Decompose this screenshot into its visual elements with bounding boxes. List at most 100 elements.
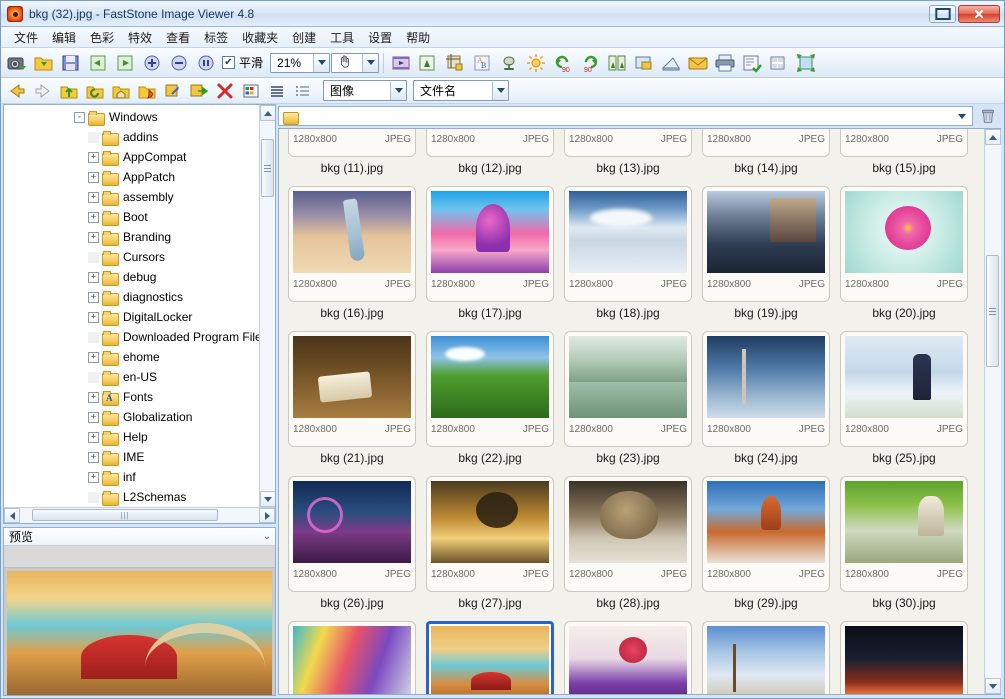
expand-node-icon[interactable]: +: [88, 191, 99, 203]
rotate-left-icon[interactable]: [85, 50, 111, 76]
tree-scroll-track[interactable]: [259, 121, 275, 491]
thumbnail-cell[interactable]: 1280x800 JPEG bkg (26).jpg: [283, 472, 421, 617]
home-folder-icon[interactable]: [109, 80, 133, 102]
expand-node-icon[interactable]: +: [88, 471, 99, 483]
scroll-right-icon[interactable]: [259, 508, 275, 523]
thumbnail-frame[interactable]: 1280x800JPEG: [840, 331, 968, 447]
tree-item-branding[interactable]: + Branding: [4, 227, 259, 247]
cut-icon[interactable]: [161, 80, 185, 102]
expand-node-icon[interactable]: +: [88, 211, 99, 223]
lamp-icon[interactable]: [496, 50, 522, 76]
resize-icon[interactable]: [631, 50, 657, 76]
fullscreen-icon[interactable]: [793, 50, 819, 76]
menu-view[interactable]: 查看: [159, 27, 197, 48]
slideshow-icon[interactable]: [388, 50, 414, 76]
tree-item-downloaded-program-files[interactable]: Downloaded Program Files: [4, 327, 259, 347]
menu-tags[interactable]: 标签: [197, 27, 235, 48]
tree-item-help[interactable]: + Help: [4, 427, 259, 447]
tree-item-windows[interactable]: - Windows: [4, 107, 259, 127]
preview-image[interactable]: [4, 568, 275, 695]
thumbnail-cell[interactable]: 1280x800 JPEG bkg (30).jpg: [835, 472, 973, 617]
menu-tools[interactable]: 工具: [323, 27, 361, 48]
scanner-icon[interactable]: [658, 50, 684, 76]
tree-item-assembly[interactable]: + assembly: [4, 187, 259, 207]
thumbnail-frame[interactable]: 1280x800JPEG: [702, 186, 830, 302]
save-icon[interactable]: [58, 50, 84, 76]
thumbnail-cell[interactable]: 1280x800 JPEG bkg (11).jpg: [283, 129, 421, 182]
up-folder-icon[interactable]: [57, 80, 81, 102]
zoom-out-icon[interactable]: [166, 50, 192, 76]
thumbnail-cell[interactable]: 1280x800 JPEG bkg (16).jpg: [283, 182, 421, 327]
thumbnail-frame[interactable]: 1280x800JPEG: [288, 476, 416, 592]
scroll-down-icon[interactable]: [984, 678, 1001, 694]
thumbnail-cell[interactable]: 1280x800 JPEG bkg (25).jpg: [835, 327, 973, 472]
tree-item-en-us[interactable]: en-US: [4, 367, 259, 387]
thumbnail-frame[interactable]: 1280x800JPEG: [426, 331, 554, 447]
folder-tree[interactable]: - Windows addins + AppCompat + AppPatch + assemb…: [4, 105, 259, 507]
menu-effects[interactable]: 特效: [121, 27, 159, 48]
thumbnail-view-icon[interactable]: [239, 80, 263, 102]
thumbnail-scroll-track[interactable]: [984, 145, 1001, 678]
split-view-icon[interactable]: [604, 50, 630, 76]
thumbnail-cell[interactable]: 1280x800 JPEG bkg (27).jpg: [421, 472, 559, 617]
thumbnail-frame[interactable]: 1280x800JPEG: [564, 129, 692, 157]
tree-item-cursors[interactable]: Cursors: [4, 247, 259, 267]
thumbnail-cell[interactable]: 1280x800JPEGbkg (35).jpg: [835, 617, 973, 694]
tree-item-l2schemas[interactable]: L2Schemas: [4, 487, 259, 507]
thumbnail-frame[interactable]: 1280x800JPEG: [702, 621, 830, 694]
text-icon[interactable]: AB: [469, 50, 495, 76]
chevron-down-icon[interactable]: [390, 81, 406, 100]
collapse-node-icon[interactable]: -: [74, 111, 85, 123]
scroll-up-icon[interactable]: [259, 105, 275, 121]
scroll-left-icon[interactable]: [4, 508, 20, 523]
expand-node-icon[interactable]: +: [88, 151, 99, 163]
thumbnail-cell[interactable]: 1280x800 JPEG bkg (19).jpg: [697, 182, 835, 327]
thumbnail-cell[interactable]: 1280x800 JPEG bkg (24).jpg: [697, 327, 835, 472]
expand-node-icon[interactable]: +: [88, 291, 99, 303]
chevron-down-icon[interactable]: [953, 107, 970, 125]
hand-tool-combo[interactable]: [331, 52, 380, 73]
tree-item-debug[interactable]: + debug: [4, 267, 259, 287]
chevron-down-icon[interactable]: [313, 53, 330, 72]
expand-node-icon[interactable]: +: [88, 431, 99, 443]
tree-item-globalization[interactable]: + Globalization: [4, 407, 259, 427]
address-field[interactable]: [278, 106, 973, 126]
list-view-icon[interactable]: [265, 80, 289, 102]
expand-node-icon[interactable]: +: [88, 311, 99, 323]
grid-options-icon[interactable]: [766, 50, 792, 76]
expand-node-icon[interactable]: +: [88, 391, 99, 403]
menu-help[interactable]: 帮助: [399, 27, 437, 48]
tree-item-boot[interactable]: + Boot: [4, 207, 259, 227]
thumbnail-cell[interactable]: 1280x800 JPEG bkg (22).jpg: [421, 327, 559, 472]
thumbnail-frame[interactable]: 1280x800JPEG: [702, 331, 830, 447]
delete-icon[interactable]: [213, 80, 237, 102]
expand-node-icon[interactable]: +: [88, 271, 99, 283]
thumbnail-cell[interactable]: 1280x800 JPEG bkg (29).jpg: [697, 472, 835, 617]
tree-item-addins[interactable]: addins: [4, 127, 259, 147]
tree-item-ime[interactable]: + IME: [4, 447, 259, 467]
thumbnail-frame[interactable]: 1280x800JPEG: [564, 621, 692, 694]
email-icon[interactable]: [685, 50, 711, 76]
thumbnail-frame[interactable]: 1280x800JPEG: [426, 186, 554, 302]
thumbnail-frame[interactable]: 1280x800JPEG: [840, 186, 968, 302]
tree-item-apppatch[interactable]: + AppPatch: [4, 167, 259, 187]
close-button[interactable]: [958, 4, 1000, 23]
print-icon[interactable]: [712, 50, 738, 76]
forward-icon[interactable]: [31, 80, 55, 102]
thumbnail-frame[interactable]: 1280x800JPEG: [840, 621, 968, 694]
thumbnail-cell[interactable]: 1280x800 JPEG bkg (20).jpg: [835, 182, 973, 327]
menu-color[interactable]: 色彩: [83, 27, 121, 48]
thumbnail-scroll-area[interactable]: 1280x800 JPEG bkg (11).jpg 1280x800 JPEG bkg …: [279, 129, 984, 694]
menu-edit[interactable]: 编辑: [45, 27, 83, 48]
refresh-folder-icon[interactable]: [83, 80, 107, 102]
thumbnail-cell[interactable]: 1280x800 JPEG bkg (15).jpg: [835, 129, 973, 182]
tree-item-ehome[interactable]: + ehome: [4, 347, 259, 367]
thumbnail-cell[interactable]: 1280x800JPEGbkg (34).jpg: [697, 617, 835, 694]
menu-create[interactable]: 创建: [285, 27, 323, 48]
menu-favorites[interactable]: 收藏夹: [235, 27, 285, 48]
chevron-down-icon[interactable]: [492, 81, 508, 100]
thumbnail-cell[interactable]: 1280x800 JPEG bkg (12).jpg: [421, 129, 559, 182]
tree-hscroll-track[interactable]: |||: [20, 508, 259, 523]
thumbnail-vertical-scrollbar[interactable]: [984, 129, 1001, 694]
open-folder-icon[interactable]: [31, 50, 57, 76]
